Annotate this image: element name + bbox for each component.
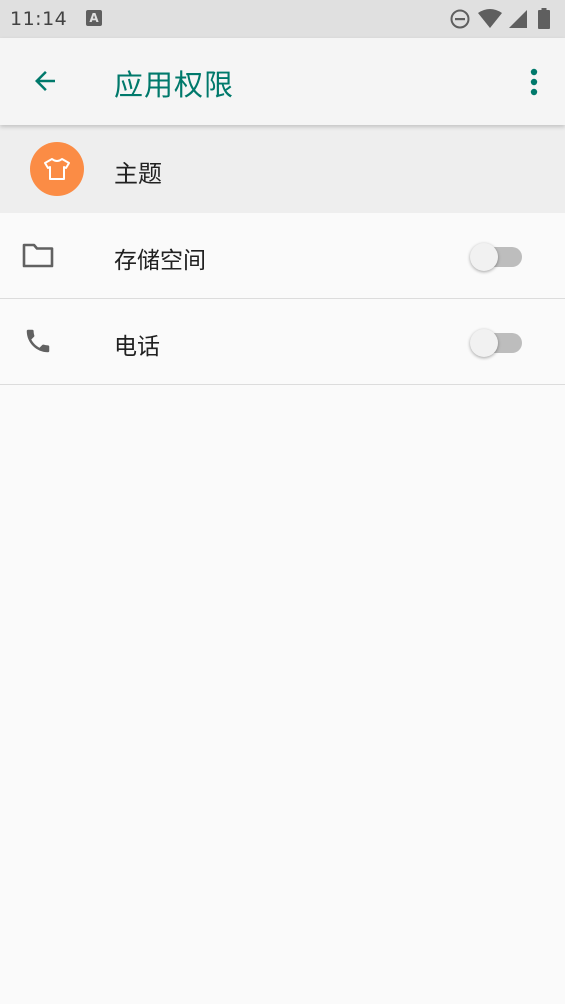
status-icons xyxy=(449,8,557,30)
app-header: 主题 xyxy=(0,125,565,213)
folder-icon xyxy=(20,239,56,271)
app-name: 主题 xyxy=(114,160,162,188)
storage-permission-toggle[interactable] xyxy=(470,243,524,271)
permission-row-storage[interactable]: 存储空间 xyxy=(0,213,565,299)
toggle-thumb xyxy=(470,329,498,357)
status-time: 11:14 xyxy=(10,8,68,30)
t-shirt-icon xyxy=(44,158,70,180)
page-title: 应用权限 xyxy=(114,68,235,102)
permission-row-phone[interactable]: 电话 xyxy=(0,299,565,385)
wifi-icon xyxy=(478,9,502,28)
notification-icon: A xyxy=(86,10,102,26)
permission-label: 存储空间 xyxy=(114,248,206,274)
do-not-disturb-icon xyxy=(450,9,470,29)
back-button[interactable] xyxy=(22,58,68,104)
arrow-back-icon xyxy=(35,71,55,91)
permission-label: 电话 xyxy=(114,334,160,360)
cell-signal-icon xyxy=(509,10,527,28)
battery-icon xyxy=(538,8,550,29)
toggle-thumb xyxy=(470,243,498,271)
more-options-button[interactable] xyxy=(519,62,549,102)
phone-icon xyxy=(20,325,56,357)
status-bar: 11:14 A xyxy=(0,0,565,38)
phone-permission-toggle[interactable] xyxy=(470,329,524,357)
more-vert-icon xyxy=(530,68,538,96)
app-avatar xyxy=(30,142,84,196)
app-bar: 应用权限 xyxy=(0,38,565,125)
